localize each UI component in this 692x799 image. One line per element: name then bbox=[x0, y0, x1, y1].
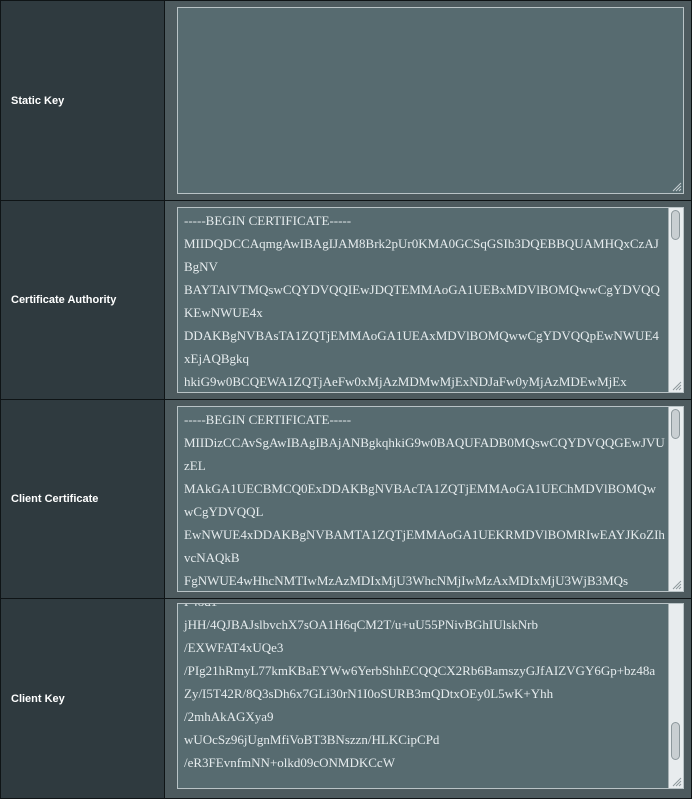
certificate-authority-text: -----BEGIN CERTIFICATE----- MIIDQDCCAqmg… bbox=[184, 213, 660, 389]
client-certificate-textarea[interactable]: -----BEGIN CERTIFICATE----- MIIDizCCAvSg… bbox=[177, 406, 684, 592]
client-key-cell: P48d1 jHH/4QJBAJslbvchX7sOA1H6qCM2T/u+uU… bbox=[164, 598, 692, 799]
client-key-textarea[interactable]: P48d1 jHH/4QJBAJslbvchX7sOA1H6qCM2T/u+uU… bbox=[177, 602, 684, 789]
scrollbar-thumb[interactable] bbox=[671, 409, 680, 439]
client-key-scrollbar[interactable] bbox=[668, 603, 683, 788]
static-key-label: Static Key bbox=[0, 0, 165, 201]
scrollbar-thumb[interactable] bbox=[671, 721, 680, 760]
client-certificate-cell: -----BEGIN CERTIFICATE----- MIIDizCCAvSg… bbox=[164, 399, 692, 599]
client-key-label: Client Key bbox=[0, 598, 165, 799]
resize-handle-icon[interactable] bbox=[672, 580, 682, 590]
client-certificate-label: Client Certificate bbox=[0, 399, 165, 599]
certificate-authority-label: Certificate Authority bbox=[0, 200, 165, 400]
client-certificate-scrollbar[interactable] bbox=[668, 407, 683, 591]
row-certificate-authority: Certificate Authority -----BEGIN CERTIFI… bbox=[0, 200, 692, 400]
certificate-authority-textarea[interactable]: -----BEGIN CERTIFICATE----- MIIDQDCCAqmg… bbox=[177, 207, 684, 393]
client-certificate-text: -----BEGIN CERTIFICATE----- MIIDizCCAvSg… bbox=[184, 412, 665, 588]
static-key-cell bbox=[164, 0, 692, 201]
resize-handle-icon[interactable] bbox=[672, 182, 682, 192]
static-key-text bbox=[178, 8, 683, 9]
certificate-authority-scrollbar[interactable] bbox=[668, 208, 683, 392]
row-client-certificate: Client Certificate -----BEGIN CERTIFICAT… bbox=[0, 399, 692, 599]
scrollbar-thumb[interactable] bbox=[671, 210, 680, 240]
static-key-textarea[interactable] bbox=[177, 7, 684, 194]
resize-handle-icon[interactable] bbox=[672, 777, 682, 787]
row-client-key: Client Key P48d1 jHH/4QJBAJslbvchX7sOA1H… bbox=[0, 598, 692, 799]
row-static-key: Static Key bbox=[0, 0, 692, 201]
settings-table: Static Key Certificate Authority -----BE… bbox=[0, 0, 692, 799]
resize-handle-icon[interactable] bbox=[672, 381, 682, 391]
certificate-authority-cell: -----BEGIN CERTIFICATE----- MIIDQDCCAqmg… bbox=[164, 200, 692, 400]
client-key-text: P48d1 jHH/4QJBAJslbvchX7sOA1H6qCM2T/u+uU… bbox=[184, 604, 656, 770]
